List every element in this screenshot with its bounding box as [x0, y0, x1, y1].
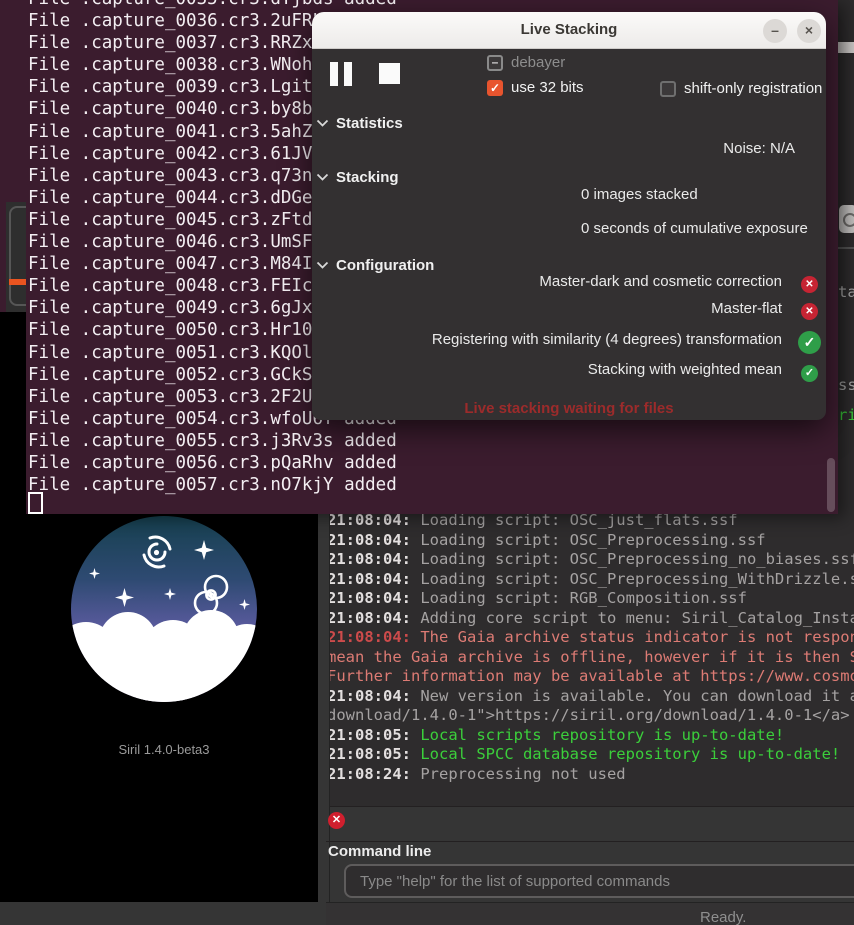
configuration-expander[interactable]: Configuration: [316, 257, 434, 274]
dialog-title: Live Stacking: [312, 12, 826, 48]
pause-icon[interactable]: [330, 62, 338, 86]
images-stacked-value: 0 images stacked: [581, 186, 698, 203]
minimize-button[interactable]: –: [763, 19, 787, 43]
pause-icon[interactable]: [344, 62, 352, 86]
log-line: 21:08:04: Adding core script to menu: Si…: [327, 609, 854, 628]
command-line-label: Command line: [328, 843, 431, 860]
background-panel-fragment: [6, 202, 26, 312]
siril-logo: [71, 516, 257, 702]
log-line: 21:08:04: Loading script: OSC_Preprocess…: [327, 570, 854, 589]
use-32bits-row: ✓ use 32 bits: [487, 79, 584, 96]
statistics-expander[interactable]: Statistics: [316, 115, 403, 132]
clear-log-button[interactable]: ✕: [328, 812, 345, 829]
status-fail-icon: ✕: [801, 276, 818, 293]
log-line: 21:08:04: Loading script: RGB_Compositio…: [327, 589, 747, 608]
stop-icon[interactable]: [379, 63, 400, 84]
config-row-label: Master-flat: [711, 300, 782, 317]
configuration-header: Configuration: [336, 257, 434, 274]
shift-only-label: shift-only registration: [684, 80, 822, 97]
camera-lens-icon: [843, 213, 854, 227]
orange-indicator: [9, 279, 26, 285]
use-32bits-label: use 32 bits: [511, 79, 584, 96]
background-button-fragment: [9, 206, 26, 306]
noise-value: Noise: N/A: [723, 140, 795, 157]
image-display-area[interactable]: Siril 1.4.0-beta3: [10, 514, 318, 902]
log-line: 21:08:05: Local SPCC database repository…: [327, 745, 840, 764]
star-icon: [164, 588, 176, 600]
log-line-fragment: ta: [838, 283, 854, 301]
star-icon: [239, 599, 250, 610]
cumulative-exposure-value: 0 seconds of cumulative exposure: [581, 220, 808, 237]
command-input[interactable]: [344, 864, 854, 898]
use-32bits-checkbox[interactable]: ✓: [487, 80, 503, 96]
log-line: Further information may be available at …: [327, 667, 854, 686]
star-icon: [89, 568, 100, 579]
dialog-body: – debayer ✓ use 32 bits shift-only regis…: [312, 49, 826, 420]
cloud: [91, 646, 241, 702]
star-icon: [194, 540, 214, 560]
background-toolbar-fragment: [838, 42, 854, 53]
separator: [838, 247, 854, 249]
version-label: Siril 1.4.0-beta3: [10, 742, 318, 757]
log-line: 21:08:04: The Gaia archive status indica…: [327, 628, 854, 647]
stacking-header: Stacking: [336, 169, 399, 186]
log-line: 21:08:05: Local scripts repository is up…: [327, 726, 784, 745]
config-row-label: Stacking with weighted mean: [588, 361, 782, 378]
config-row-label: Master-dark and cosmetic correction: [539, 273, 782, 290]
chevron-down-icon: [316, 119, 329, 128]
status-ok-icon: ✓: [798, 331, 821, 354]
debayer-row: – debayer: [487, 54, 565, 71]
config-row-label: Registering with similarity (4 degrees) …: [432, 331, 782, 348]
camera-icon: [839, 205, 854, 233]
live-stacking-dialog: Live Stacking – × – debayer ✓ use 32 bit…: [312, 12, 826, 420]
log-line: 21:08:04: Loading script: OSC_Preprocess…: [327, 531, 766, 550]
log-line: mean the Gaia archive is offline, howeve…: [327, 648, 854, 667]
status-text: Ready.: [700, 909, 746, 925]
chevron-down-icon: [316, 261, 329, 270]
status-ok-icon: ✓: [801, 365, 818, 382]
waiting-message: Live stacking waiting for files: [312, 400, 826, 417]
stacking-expander[interactable]: Stacking: [316, 169, 399, 186]
siril-application: 21:08:04: Loading script: OSC_just_flats…: [0, 0, 854, 925]
close-button[interactable]: ×: [797, 19, 821, 43]
debayer-label: debayer: [511, 54, 565, 71]
log-line: 21:08:04: Loading script: OSC_Preprocess…: [327, 550, 854, 569]
star-icon: [115, 588, 134, 607]
status-bar: Ready.: [326, 902, 854, 925]
shift-only-row: shift-only registration: [660, 80, 822, 97]
log-line-fragment: ri: [838, 406, 854, 424]
log-line: 21:08:04: New version is available. You …: [327, 687, 854, 706]
log-line: download/1.4.0-1">https://siril.org/down…: [327, 706, 850, 725]
chevron-down-icon: [316, 173, 329, 182]
terminal-scrollbar[interactable]: [827, 458, 835, 512]
separator: [326, 841, 854, 842]
background-image-fragment: [0, 312, 26, 902]
debayer-checkbox[interactable]: –: [487, 55, 503, 71]
log-line-fragment: ss: [838, 376, 854, 394]
statistics-header: Statistics: [336, 115, 403, 132]
terminal-cursor: [28, 492, 43, 514]
status-fail-icon: ✕: [801, 303, 818, 320]
dialog-titlebar[interactable]: Live Stacking – ×: [312, 12, 826, 49]
shift-only-checkbox[interactable]: [660, 81, 676, 97]
spiral-galaxy-icon: [139, 534, 175, 570]
log-line: 21:08:24: Preprocessing not used: [327, 765, 626, 784]
